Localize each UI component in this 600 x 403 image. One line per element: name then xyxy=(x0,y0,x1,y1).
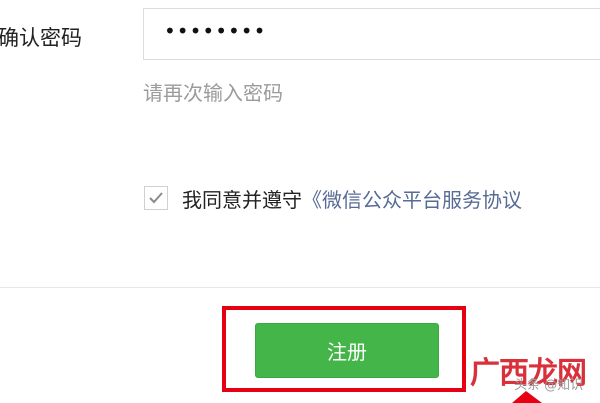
password-mask: •••••••• xyxy=(164,19,267,43)
agreement-checkbox[interactable] xyxy=(144,186,168,210)
agreement-prefix: 我同意并遵守 xyxy=(182,188,302,212)
watermark-subtext: 头条 @知识 xyxy=(514,378,584,393)
confirm-password-label: 确认密码 xyxy=(0,26,82,50)
register-button[interactable]: 注册 xyxy=(255,323,439,378)
agreement-link[interactable]: 《微信公众平台服务协议 xyxy=(302,188,522,212)
checkmark-icon xyxy=(149,192,163,204)
confirm-password-field[interactable]: •••••••• xyxy=(143,8,600,60)
divider xyxy=(0,287,600,288)
agreement-text: 我同意并遵守《微信公众平台服务协议 xyxy=(182,184,522,213)
confirm-password-hint: 请再次输入密码 xyxy=(143,81,283,105)
